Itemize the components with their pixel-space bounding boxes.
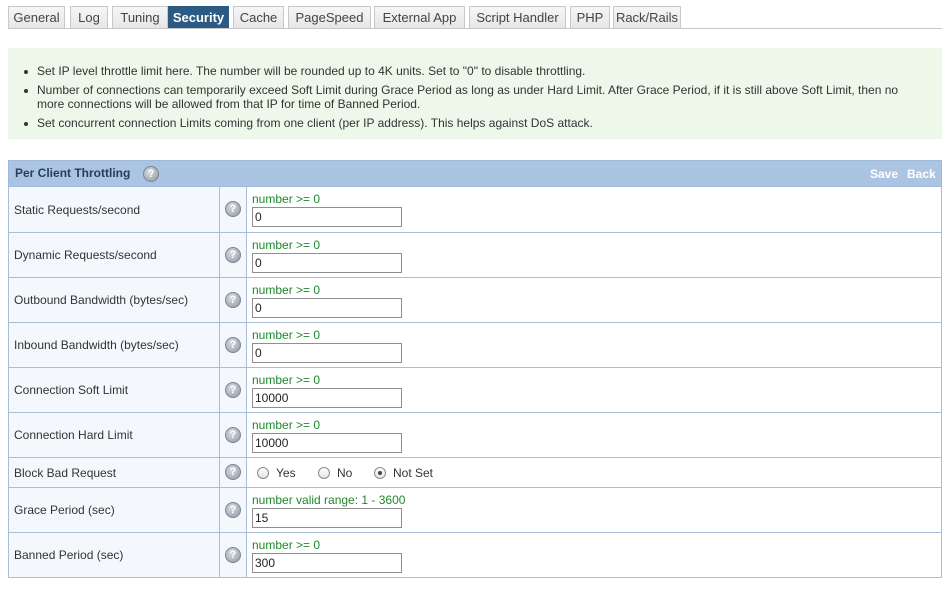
connection-soft-limit-input[interactable] <box>252 388 402 408</box>
table-row: Outbound Bandwidth (bytes/sec) ? number … <box>9 277 941 322</box>
field-hint: number >= 0 <box>252 418 321 432</box>
info-box: Set IP level throttle limit here. The nu… <box>8 48 942 139</box>
tab-cache[interactable]: Cache <box>233 6 284 28</box>
tab-general[interactable]: General <box>8 6 65 28</box>
table-row: Connection Hard Limit ? number >= 0 <box>9 412 941 457</box>
back-link[interactable]: Back <box>907 167 936 181</box>
row-label: Dynamic Requests/second <box>9 233 220 277</box>
block-bad-request-radio-group: Yes No Not Set <box>247 458 941 487</box>
tab-rack-rails[interactable]: Rack/Rails <box>613 6 681 28</box>
grace-period-input[interactable] <box>252 508 402 528</box>
field-hint: number >= 0 <box>252 238 321 252</box>
row-label: Grace Period (sec) <box>9 488 220 532</box>
row-label: Static Requests/second <box>9 187 220 232</box>
settings-table: Static Requests/second ? number >= 0 Dyn… <box>8 187 942 578</box>
panel-header: Per Client Throttling ? Save Back <box>8 160 942 187</box>
table-row: Dynamic Requests/second ? number >= 0 <box>9 232 941 277</box>
help-icon[interactable]: ? <box>225 337 241 353</box>
radio-no[interactable]: No <box>318 466 352 480</box>
help-icon[interactable]: ? <box>225 427 241 443</box>
field-hint: number >= 0 <box>252 283 321 297</box>
tab-script-handler[interactable]: Script Handler <box>469 6 566 28</box>
tab-external-app[interactable]: External App <box>374 6 465 28</box>
radio-yes[interactable]: Yes <box>257 466 296 480</box>
field-hint: number >= 0 <box>252 192 321 206</box>
help-icon[interactable]: ? <box>225 292 241 308</box>
help-icon[interactable]: ? <box>225 382 241 398</box>
tab-php[interactable]: PHP <box>570 6 610 28</box>
help-icon[interactable]: ? <box>143 166 159 182</box>
banned-period-input[interactable] <box>252 553 402 573</box>
tab-pagespeed[interactable]: PageSpeed <box>288 6 371 28</box>
save-link[interactable]: Save <box>870 167 898 181</box>
dynamic-requests-input[interactable] <box>252 253 402 273</box>
radio-label: Not Set <box>393 466 434 480</box>
radio-circle-selected[interactable] <box>374 467 386 479</box>
help-icon[interactable]: ? <box>225 547 241 563</box>
row-label: Outbound Bandwidth (bytes/sec) <box>9 278 220 322</box>
table-row: Block Bad Request ? Yes No Not Set <box>9 457 941 487</box>
outbound-bandwidth-input[interactable] <box>252 298 402 318</box>
info-item: Number of connections can temporarily ex… <box>24 83 927 111</box>
radio-label: No <box>337 466 353 480</box>
tab-tuning[interactable]: Tuning <box>112 6 168 28</box>
row-label: Banned Period (sec) <box>9 533 220 577</box>
radio-circle[interactable] <box>257 467 269 479</box>
row-label: Inbound Bandwidth (bytes/sec) <box>9 323 220 367</box>
static-requests-input[interactable] <box>252 207 402 227</box>
field-hint: number >= 0 <box>252 538 321 552</box>
panel-title: Per Client Throttling <box>15 166 131 180</box>
tab-bar: General Log Tuning Security Cache PageSp… <box>8 6 942 29</box>
help-icon[interactable]: ? <box>225 201 241 217</box>
row-label: Connection Soft Limit <box>9 368 220 412</box>
inbound-bandwidth-input[interactable] <box>252 343 402 363</box>
tab-security[interactable]: Security <box>168 6 229 28</box>
field-hint: number >= 0 <box>252 328 321 342</box>
help-icon[interactable]: ? <box>225 464 241 480</box>
help-icon[interactable]: ? <box>225 502 241 518</box>
table-row: Grace Period (sec) ? number valid range:… <box>9 487 941 532</box>
table-row: Static Requests/second ? number >= 0 <box>9 187 941 232</box>
connection-hard-limit-input[interactable] <box>252 433 402 453</box>
row-label: Block Bad Request <box>9 458 220 487</box>
radio-circle[interactable] <box>318 467 330 479</box>
table-row: Connection Soft Limit ? number >= 0 <box>9 367 941 412</box>
radio-not-set[interactable]: Not Set <box>374 466 433 480</box>
table-row: Banned Period (sec) ? number >= 0 <box>9 532 941 577</box>
radio-label: Yes <box>276 466 296 480</box>
help-icon[interactable]: ? <box>225 247 241 263</box>
field-hint: number valid range: 1 - 3600 <box>252 493 406 507</box>
info-item: Set IP level throttle limit here. The nu… <box>24 64 927 78</box>
info-item: Set concurrent connection Limits coming … <box>24 116 927 130</box>
field-hint: number >= 0 <box>252 373 321 387</box>
row-label: Connection Hard Limit <box>9 413 220 457</box>
tab-log[interactable]: Log <box>70 6 108 28</box>
table-row: Inbound Bandwidth (bytes/sec) ? number >… <box>9 322 941 367</box>
